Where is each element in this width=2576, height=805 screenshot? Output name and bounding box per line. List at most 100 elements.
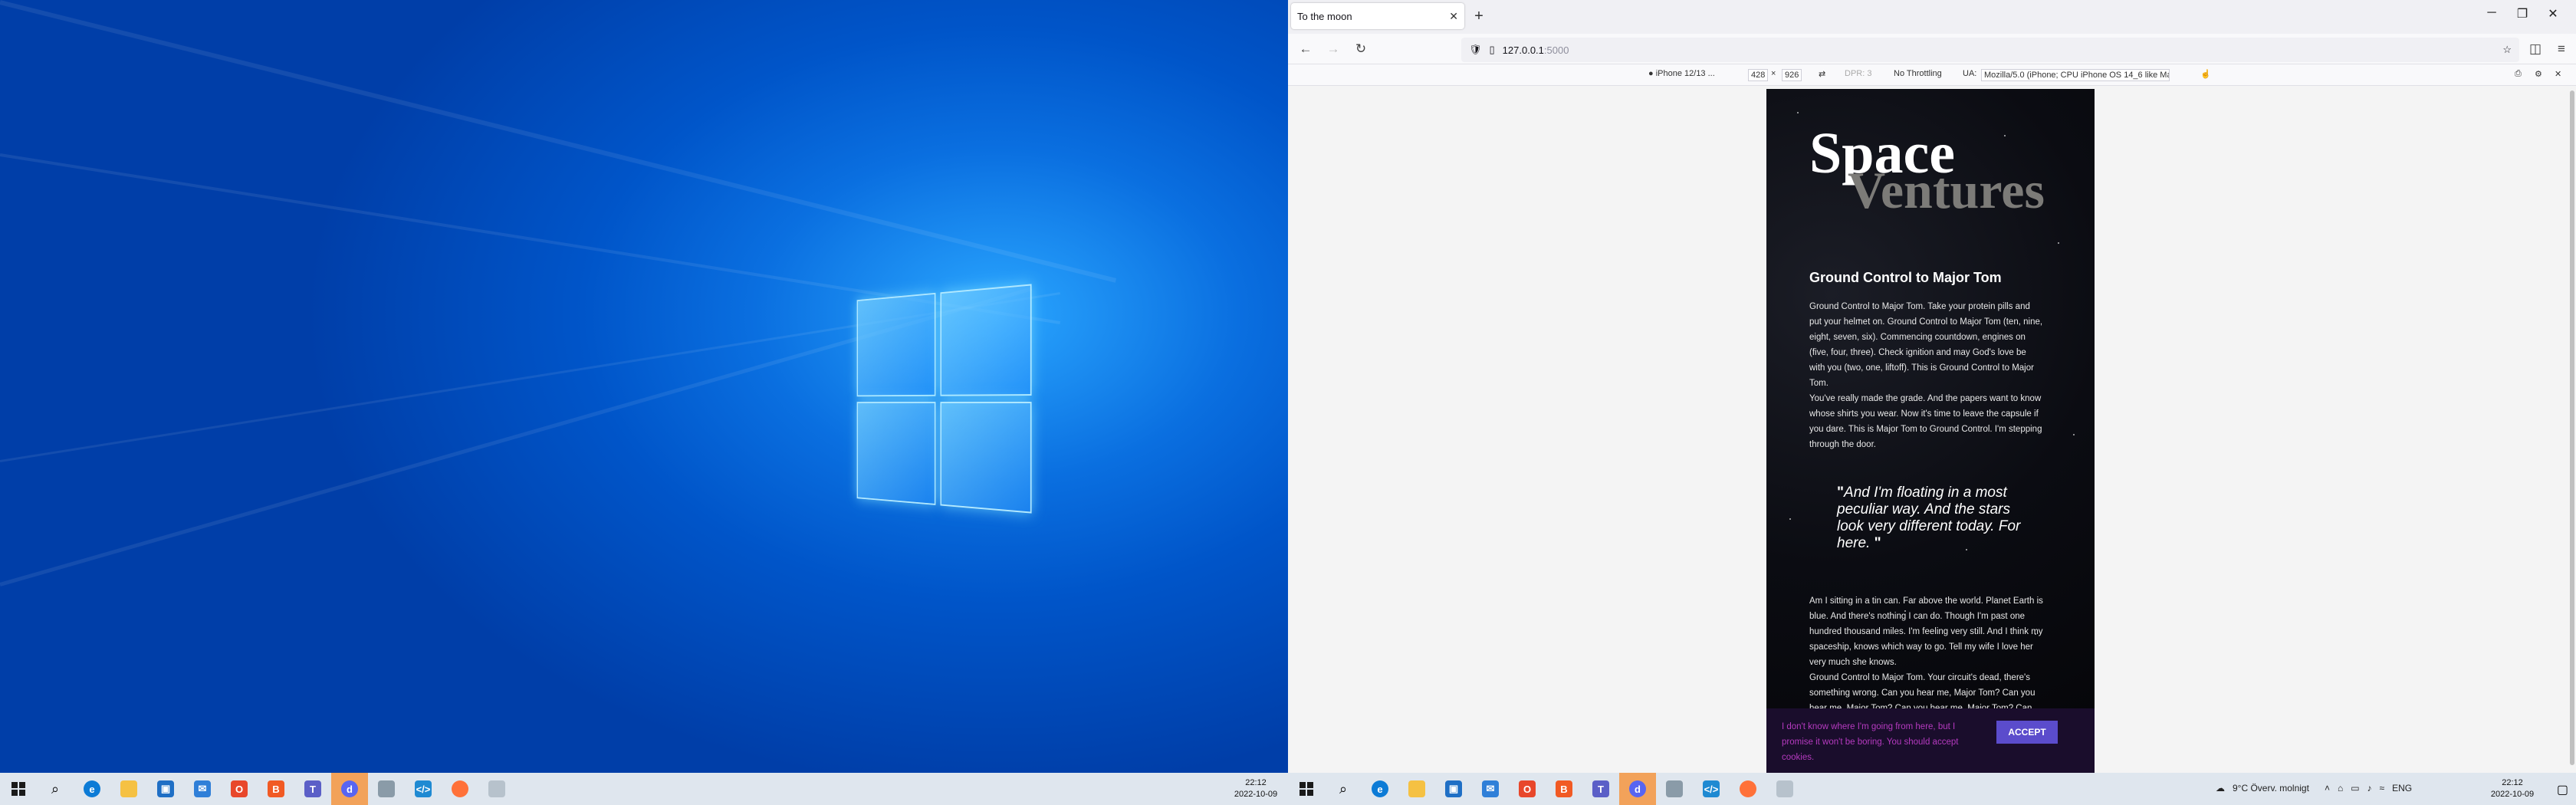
windows-start-icon: [1300, 782, 1313, 796]
paragraph-3: Am I sitting in a tin can. Far above the…: [1809, 596, 2043, 667]
device-icon: ●: [1648, 69, 1654, 78]
tool-icon: [1776, 780, 1793, 797]
taskbar-explorer[interactable]: [1398, 773, 1435, 805]
page-scrollbar[interactable]: [2570, 90, 2574, 765]
taskbar-firefox[interactable]: [442, 773, 478, 805]
taskbar-brave[interactable]: B: [1546, 773, 1582, 805]
taskbar-left: ⌕ e ▣ ✉ O B T d </> 22:12 2022-10-09: [0, 773, 1288, 805]
pocket-icon[interactable]: ◫: [2525, 40, 2545, 60]
vscode-icon: </>: [1703, 780, 1720, 797]
user-agent-input[interactable]: Mozilla/5.0 (iPhone; CPU iPhone OS 14_6 …: [1981, 69, 2170, 81]
pull-quote: "And I'm floating in a most peculiar way…: [1837, 485, 2021, 552]
taskbar-edge[interactable]: e: [74, 773, 110, 805]
close-window-button[interactable]: ✕: [2538, 6, 2568, 21]
clock-right[interactable]: 22:12 2022-10-09: [2478, 777, 2547, 800]
dimension-times: ×: [1771, 69, 1776, 78]
close-tab-icon[interactable]: ✕: [1449, 10, 1458, 23]
tab-to-the-moon[interactable]: To the moon ✕: [1291, 3, 1464, 29]
responsive-design-toolbar: ● iPhone 12/13 ... 428 × 926 ⇄ DPR: 3 No…: [1288, 64, 2576, 86]
rotate-icon[interactable]: ⇄: [1819, 69, 1825, 79]
taskbar-office[interactable]: O: [1509, 773, 1546, 805]
language-indicator[interactable]: ENG: [2392, 783, 2412, 794]
url-bar[interactable]: 🛡 ▯ 127.0.0.1:5000 ☆: [1461, 38, 2519, 62]
taskbar-teams[interactable]: T: [1582, 773, 1619, 805]
close-rdm-icon[interactable]: ✕: [2555, 69, 2561, 79]
taskbar-explorer[interactable]: [110, 773, 147, 805]
touch-simulation-icon[interactable]: ☝: [2200, 69, 2211, 79]
taskbar-mail[interactable]: ✉: [184, 773, 221, 805]
teams-icon: T: [1592, 780, 1609, 797]
search-icon: ⌕: [1339, 780, 1348, 797]
accept-cookies-button[interactable]: ACCEPT: [1996, 721, 2058, 744]
windows-start-icon: [12, 782, 25, 796]
taskbar-firefox[interactable]: [1730, 773, 1766, 805]
minimize-button[interactable]: ─: [2476, 6, 2507, 20]
viewport-width-input[interactable]: 428: [1748, 69, 1769, 81]
clock-time: 22:12: [2502, 778, 2523, 787]
taskbar-tool[interactable]: [478, 773, 515, 805]
wifi-icon[interactable]: ≈: [2380, 783, 2385, 794]
throttling-selector[interactable]: No Throttling: [1894, 69, 1942, 78]
taskbar-app[interactable]: [368, 773, 405, 805]
taskbar-teams[interactable]: T: [294, 773, 331, 805]
viewport-height-input[interactable]: 926: [1782, 69, 1802, 81]
battery-icon[interactable]: ▭: [2351, 783, 2359, 794]
taskbar-vscode[interactable]: </>: [1693, 773, 1730, 805]
weather-icon[interactable]: ☁: [2216, 783, 2225, 794]
taskbar-discord[interactable]: d: [331, 773, 368, 805]
clock-left[interactable]: 22:12 2022-10-09: [1221, 777, 1290, 800]
rdm-viewport-area: Space Ventures Ground Control to Major T…: [1288, 86, 2576, 773]
cookie-text: I don't know where I'm going from here, …: [1782, 722, 1959, 762]
edge-icon: e: [1372, 780, 1388, 797]
menu-icon[interactable]: ≡: [2551, 40, 2571, 60]
weather-text[interactable]: 9°C Överv. molnigt: [2233, 783, 2309, 794]
taskbar-edge[interactable]: e: [1362, 773, 1398, 805]
taskbar-app[interactable]: [1656, 773, 1693, 805]
paragraph-1: Ground Control to Major Tom. Take your p…: [1809, 302, 2043, 388]
paragraph-2: You've really made the grade. And the pa…: [1809, 394, 2042, 449]
network-icon[interactable]: ⌂: [2338, 783, 2343, 794]
back-button[interactable]: ←: [1296, 40, 1316, 60]
taskbar-discord[interactable]: d: [1619, 773, 1656, 805]
phone-page[interactable]: Space Ventures Ground Control to Major T…: [1766, 89, 2095, 773]
device-selector[interactable]: ● iPhone 12/13 ...: [1648, 69, 1715, 78]
settings-gear-icon[interactable]: ⚙: [2535, 69, 2542, 79]
taskbar-vscode[interactable]: </>: [405, 773, 442, 805]
reload-button[interactable]: ↻: [1351, 40, 1371, 60]
taskbar-office[interactable]: O: [221, 773, 258, 805]
search-button[interactable]: ⌕: [1325, 773, 1362, 805]
dpr-selector[interactable]: DPR: 3: [1845, 69, 1871, 78]
quote-open-mark: ": [1837, 485, 1845, 501]
app-icon: [378, 780, 395, 797]
mail-icon: ✉: [194, 780, 211, 797]
maximize-button[interactable]: ❐: [2507, 6, 2538, 21]
store-icon: ▣: [1445, 780, 1462, 797]
clock-date: 2022-10-09: [2490, 790, 2535, 799]
shield-icon[interactable]: 🛡: [1469, 44, 1482, 56]
taskbar-mail[interactable]: ✉: [1472, 773, 1509, 805]
search-button[interactable]: ⌕: [37, 773, 74, 805]
tab-strip: To the moon ✕ + ─ ❐ ✕: [1288, 0, 2576, 34]
page-icon: ▯: [1489, 44, 1495, 55]
taskbar-store[interactable]: ▣: [1435, 773, 1472, 805]
store-icon: ▣: [157, 780, 174, 797]
new-tab-button[interactable]: +: [1469, 6, 1489, 26]
chevron-up-icon[interactable]: ˄: [2325, 783, 2330, 794]
forward-button[interactable]: →: [1323, 40, 1343, 60]
start-button[interactable]: [1288, 773, 1325, 805]
cookie-banner: I don't know where I'm going from here, …: [1766, 708, 2095, 773]
mail-icon: ✉: [1482, 780, 1499, 797]
taskbar-tool[interactable]: [1766, 773, 1803, 805]
bookmark-star-icon[interactable]: ☆: [2502, 44, 2512, 56]
desktop-wallpaper: [0, 0, 1288, 773]
taskbar-brave[interactable]: B: [258, 773, 294, 805]
url-text: 127.0.0.1:5000: [1502, 44, 1569, 56]
volume-icon[interactable]: ♪: [2367, 783, 2372, 794]
screenshot-icon[interactable]: ⎙: [2515, 69, 2522, 79]
navigation-toolbar: ← → ↻ 🛡 ▯ 127.0.0.1:5000 ☆ ◫ ≡: [1288, 34, 2576, 64]
taskbar-store[interactable]: ▣: [147, 773, 184, 805]
start-button[interactable]: [0, 773, 37, 805]
office-icon: O: [231, 780, 248, 797]
notification-icon[interactable]: ▢: [2557, 782, 2568, 797]
system-tray: ☁ 9°C Överv. molnigt ˄ ⌂ ▭ ♪ ≈ ENG: [2216, 783, 2412, 794]
